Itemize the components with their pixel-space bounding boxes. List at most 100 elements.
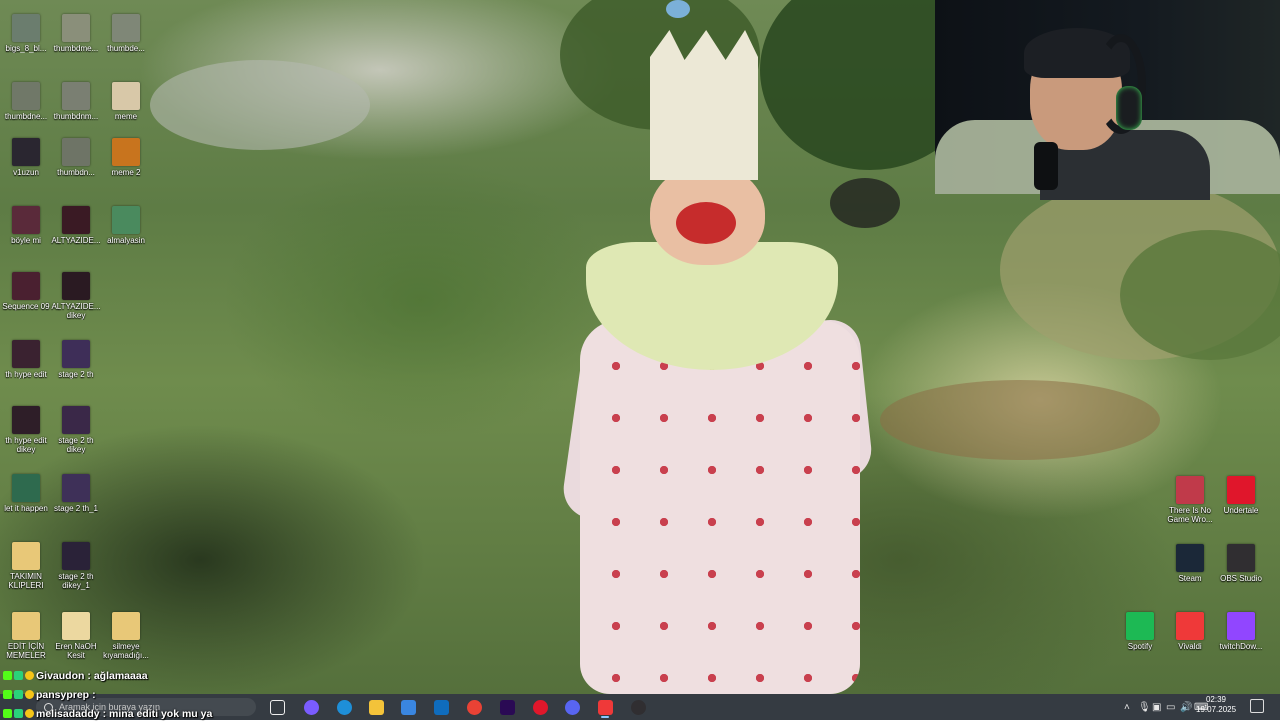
chat-message: Givaudon: ağlamaaaa [3, 666, 343, 685]
volume-icon[interactable]: 🔊 [1180, 702, 1194, 713]
microphone [1034, 142, 1058, 190]
desktop-icon[interactable]: almalyasin [100, 206, 152, 245]
desktop-icon-label: stage 2 th dikey_1 [58, 572, 94, 590]
desktop-icon[interactable]: TAKIMIN KLIPLERI [0, 542, 52, 590]
desktop-icon[interactable]: silmeye kıyamadığı... [100, 612, 152, 660]
desktop-icon[interactable]: thumbde... [100, 14, 152, 53]
file-thumbnail-icon [62, 474, 90, 502]
desktop-icon[interactable]: Steam [1164, 544, 1216, 583]
desktop-icon[interactable]: th hype edit [0, 340, 52, 379]
file-thumbnail-icon [12, 474, 40, 502]
taskbar-file-explorer-button[interactable] [366, 697, 386, 717]
desktop-icon[interactable]: stage 2 th [50, 340, 102, 379]
desktop-icon[interactable]: Vivaldi [1164, 612, 1216, 651]
desktop-icon-label: EDİT İÇİN MEMELER [6, 642, 46, 660]
desktop-icon-label: v1uzun [13, 168, 39, 177]
desktop-icon-label: Vivaldi [1178, 642, 1202, 651]
file-thumbnail-icon [12, 14, 40, 42]
chat-badge-icon [25, 690, 34, 699]
desktop-icon[interactable]: OBS Studio [1215, 544, 1267, 583]
desktop-icon[interactable]: ALTYAZIDE... [50, 206, 102, 245]
desktop-icon-label: thumbdme... [53, 44, 99, 53]
desktop-icon-label: th hype edit dikey [5, 436, 47, 454]
chat-text: : [92, 688, 96, 701]
desktop-icon-label: bigs_8_bl... [5, 44, 47, 53]
desktop-icon-label: OBS Studio [1220, 574, 1262, 583]
desktop-icon[interactable]: bigs_8_bl... [0, 14, 52, 53]
taskbar-opera-button[interactable] [530, 697, 550, 717]
desktop-icon[interactable]: böyle mi [0, 206, 52, 245]
file-thumbnail-icon [1176, 476, 1204, 504]
taskbar-chrome-button[interactable] [464, 697, 484, 717]
chat-badge-icon [25, 671, 34, 680]
desktop-icon[interactable]: EDİT İÇİN MEMELER [0, 612, 52, 660]
desktop-icon[interactable]: let it happen [0, 474, 52, 513]
file-thumbnail-icon [112, 612, 140, 640]
desktop-icon[interactable]: Undertale [1215, 476, 1267, 515]
premiere-pro-icon [499, 699, 515, 715]
desktop-icon-label: meme [114, 112, 138, 121]
taskbar-vivaldi-button[interactable] [595, 697, 615, 718]
file-thumbnail-icon [12, 82, 40, 110]
desktop-icon-label: silmeye kıyamadığı... [103, 642, 149, 660]
desktop-icon-label: Spotify [1127, 642, 1153, 651]
desktop-icon[interactable]: Eren NaOH Kesit [50, 612, 102, 660]
chrome-icon [466, 699, 482, 715]
taskbar-clock[interactable]: 02:39 19.07.2025 [1196, 695, 1236, 715]
file-thumbnail-icon [62, 138, 90, 166]
taskbar-obs-studio-button[interactable] [628, 697, 648, 717]
file-thumbnail-icon [62, 14, 90, 42]
chat-username: Givaudon [36, 669, 85, 682]
file-thumbnail-icon [112, 82, 140, 110]
desktop-icon[interactable]: stage 2 th dikey [50, 406, 102, 454]
desktop-icon[interactable]: thumbdme... [50, 14, 102, 53]
clock-date: 19.07.2025 [1196, 705, 1237, 714]
desktop-icon[interactable]: thumbdn... [50, 138, 102, 177]
desktop-icon-label: ALTYAZIDE... [51, 236, 101, 245]
microphone-icon[interactable]: 🎙 [1138, 702, 1152, 713]
desktop-icon[interactable]: Spotify [1114, 612, 1166, 651]
chevron-up-icon[interactable]: ˄ [1124, 702, 1138, 713]
desktop-icon-label: TAKIMIN KLIPLERI [8, 572, 44, 590]
file-thumbnail-icon [62, 406, 90, 434]
desktop-icon-label: stage 2 th [58, 370, 94, 379]
taskbar-microsoft-store-button[interactable] [398, 697, 418, 717]
desktop-icon[interactable]: thumbdne... [0, 82, 52, 121]
display-icon[interactable]: ▭ [1166, 702, 1180, 713]
microsoft-store-icon [400, 699, 416, 715]
desktop-icon-label: almalyasin [107, 236, 145, 245]
file-thumbnail-icon [62, 340, 90, 368]
desktop-icon[interactable]: meme 2 [100, 138, 152, 177]
desktop-icon[interactable]: v1uzun [0, 138, 52, 177]
chat-badge-icon [3, 671, 12, 680]
clock-time: 02:39 [1205, 695, 1227, 704]
desktop-icon[interactable]: meme [100, 82, 152, 121]
desktop-icon[interactable]: twitchDow... [1215, 612, 1267, 651]
desktop-icon[interactable]: ALTYAZIDE... dikey [50, 272, 102, 320]
desktop-icon[interactable]: th hype edit dikey [0, 406, 52, 454]
desktop-icon[interactable]: Sequence 09 [0, 272, 52, 311]
taskbar-premiere-pro-button[interactable] [497, 697, 517, 717]
chat-badge-icon [14, 709, 23, 718]
desktop-icon[interactable]: There Is No Game Wro... [1164, 476, 1216, 524]
desktop-icon-label: stage 2 th_1 [53, 504, 99, 513]
desktop-icon[interactable]: thumbdnm... [50, 82, 102, 121]
file-thumbnail-icon [62, 272, 90, 300]
file-thumbnail-icon [12, 272, 40, 300]
taskbar-outlook-button[interactable] [431, 697, 451, 717]
chat-text: : ağlamaaaa [87, 669, 148, 682]
file-thumbnail-icon [1227, 476, 1255, 504]
file-thumbnail-icon [12, 542, 40, 570]
desktop-icon-label: thumbdnm... [53, 112, 99, 121]
desktop-icon[interactable]: stage 2 th_1 [50, 474, 102, 513]
file-thumbnail-icon [112, 206, 140, 234]
chat-text: : mina editi yok mu ya [102, 707, 213, 720]
chat-message: pansyprep: [3, 685, 343, 704]
taskbar-discord-button[interactable] [562, 697, 582, 717]
desktop-icon[interactable]: stage 2 th dikey_1 [50, 542, 102, 590]
file-thumbnail-icon [62, 206, 90, 234]
desktop-icon-label: thumbde... [107, 44, 145, 53]
chat-badge-icon [3, 709, 12, 718]
notification-icon[interactable] [1250, 699, 1264, 713]
network-icon[interactable]: ▣ [1152, 702, 1166, 713]
